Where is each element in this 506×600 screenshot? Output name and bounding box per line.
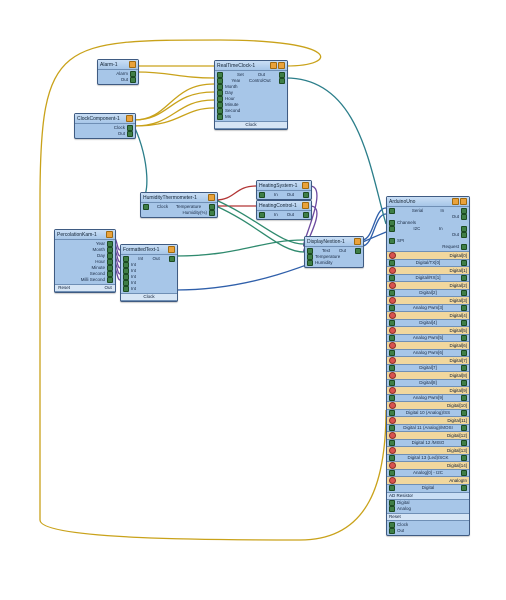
arduino-digital-header[interactable]: Digital[4]	[387, 311, 469, 320]
node-percolation-kam[interactable]: PercolationKam-1 Year Month Day Hour Min…	[54, 229, 116, 293]
warning-icon	[389, 432, 396, 439]
warning-icon	[389, 267, 396, 274]
warning-icon	[389, 387, 396, 394]
node-title: DisplayNextion-1	[305, 237, 363, 247]
node-formatted-text[interactable]: FormattedText-1 IntOut Int Int Int Int I…	[120, 244, 178, 302]
tail-row: AD Resistor	[387, 492, 469, 500]
node-alarm[interactable]: Alarm-1 Alarm Out	[97, 59, 139, 85]
node-title: RealTimeClock-1	[215, 61, 287, 71]
gear-icon[interactable]	[129, 61, 136, 68]
arduino-pin-row[interactable]: Analog Pwm[3]	[387, 305, 469, 311]
gear-icon[interactable]	[208, 194, 215, 201]
warning-icon	[389, 327, 396, 334]
arduino-pin-row[interactable]: Digital 12 /MISO	[387, 440, 469, 446]
arduino-digital-header[interactable]: Digital[0]	[387, 251, 469, 260]
gear-icon[interactable]	[270, 62, 277, 69]
warning-icon	[389, 357, 396, 364]
warning-icon	[389, 402, 396, 409]
arduino-pin-row[interactable]: Digital 11 (Analog)/MOSI	[387, 425, 469, 431]
node-title: ArduinoUno	[387, 197, 469, 207]
port[interactable]: Humidity(%)	[141, 210, 217, 216]
warning-icon	[389, 462, 396, 469]
port[interactable]: Out	[387, 528, 469, 534]
node-title: FormattedText-1	[121, 245, 177, 255]
gear-icon[interactable]	[126, 115, 133, 122]
node-title: HumidityThermometer-1	[141, 193, 217, 203]
node-clock-component[interactable]: ClockComponent-1 Clock Out	[74, 113, 136, 139]
arduino-pin-row[interactable]: Analog Pwm[5]	[387, 335, 469, 341]
arduino-tail: AD Resistor Digital Analog	[387, 491, 469, 513]
port[interactable]: Int	[121, 286, 177, 292]
arduino-digital-header[interactable]: Digital[1]	[387, 266, 469, 275]
warning-icon	[389, 417, 396, 424]
arduino-bottom-group: Reset	[387, 513, 469, 521]
arduino-pin-row[interactable]: Analog[0] - I2C	[387, 470, 469, 476]
node-footer: Clock	[215, 121, 287, 129]
node-title: PercolationKam-1	[55, 230, 115, 240]
node-title: ClockComponent-1	[75, 114, 135, 124]
warning-icon	[389, 372, 396, 379]
port[interactable]: InOut	[257, 212, 311, 218]
node-title: Alarm-1	[98, 60, 138, 70]
arduino-digital-header[interactable]: Digital[9]	[387, 386, 469, 395]
arduino-digital-header[interactable]: Digital[14]	[387, 461, 469, 470]
arduino-pin-row[interactable]: Digital/TX[0]	[387, 260, 469, 266]
gear-icon[interactable]	[302, 202, 309, 209]
arduino-pin-row[interactable]: Digital[8]	[387, 380, 469, 386]
gear-icon[interactable]	[302, 182, 309, 189]
warning-icon	[389, 252, 396, 259]
arduino-info: SerialIn Out Channels I2CIn Out SPI Requ…	[387, 207, 469, 251]
arduino-digital-header[interactable]: Digital[3]	[387, 296, 469, 305]
arduino-pin-row[interactable]: Digital[2]	[387, 290, 469, 296]
arduino-pin-row[interactable]: Analog Pwm[6]	[387, 350, 469, 356]
gear-icon[interactable]	[106, 231, 113, 238]
port-out[interactable]: Out	[98, 77, 138, 83]
node-real-time-clock[interactable]: RealTimeClock-1 SetOut YearControlOut Mo…	[214, 60, 288, 130]
gear-icon[interactable]	[168, 246, 175, 253]
arduino-digital-header[interactable]: AnalogIn	[387, 476, 469, 485]
port-out[interactable]: Out	[75, 131, 135, 137]
port[interactable]: InOut	[257, 192, 311, 198]
arduino-digital-header[interactable]: Digital[7]	[387, 356, 469, 365]
warning-icon	[389, 447, 396, 454]
port[interactable]: Milli Second	[55, 277, 115, 283]
diagram-canvas[interactable]: Alarm-1 Alarm Out ClockComponent-1 Clock…	[0, 0, 506, 600]
node-heating-control[interactable]: HeatingControl-1 InOut	[256, 200, 312, 220]
arduino-digital-header[interactable]: Digital[5]	[387, 326, 469, 335]
node-arduino[interactable]: ArduinoUno SerialIn Out Channels I2CIn O…	[386, 196, 470, 536]
arduino-digital-header[interactable]: Digital[2]	[387, 281, 469, 290]
arduino-pin-row[interactable]: Digital/RX[1]	[387, 275, 469, 281]
arduino-digital-header[interactable]: Digital[11]	[387, 416, 469, 425]
warning-icon	[389, 342, 396, 349]
arduino-digital-header[interactable]: Digital[10]	[387, 401, 469, 410]
node-heating-system[interactable]: HeatingSystem-1 InOut	[256, 180, 312, 200]
gear-icon[interactable]	[452, 198, 459, 205]
port[interactable]: Ms	[215, 114, 287, 120]
arduino-pin-row[interactable]: Digital[4]	[387, 320, 469, 326]
node-humidity-thermometer[interactable]: HumidityThermometer-1 ClockTemperature H…	[140, 192, 218, 218]
arduino-digital-header[interactable]: Digital[8]	[387, 371, 469, 380]
node-title: HeatingControl-1	[257, 201, 311, 211]
warning-icon	[389, 297, 396, 304]
arduino-pin-row[interactable]: Digital	[387, 485, 469, 491]
arduino-digital-header[interactable]: Digital[12]	[387, 431, 469, 440]
node-footer: Reset Out	[55, 284, 115, 292]
warning-icon	[389, 477, 396, 484]
arduino-pin-row[interactable]: Analog Pwm[9]	[387, 395, 469, 401]
port[interactable]: Humidity	[305, 260, 363, 266]
warning-icon	[389, 312, 396, 319]
pin-icon[interactable]	[278, 62, 285, 69]
node-footer: Clock	[121, 293, 177, 301]
arduino-pin-row[interactable]: Digital 13 (Led)/SCK	[387, 455, 469, 461]
node-display-nextion[interactable]: DisplayNextion-1 TextOut Temperature Hum…	[304, 236, 364, 268]
arduino-digital-header[interactable]: Digital[13]	[387, 446, 469, 455]
arduino-pin-row[interactable]: Digital 10 (Analog)/SS	[387, 410, 469, 416]
gear-icon[interactable]	[354, 238, 361, 245]
pin-icon[interactable]	[460, 198, 467, 205]
warning-icon	[389, 282, 396, 289]
arduino-pin-row[interactable]: Digital[7]	[387, 365, 469, 371]
node-title: HeatingSystem-1	[257, 181, 311, 191]
arduino-digital-header[interactable]: Digital[6]	[387, 341, 469, 350]
